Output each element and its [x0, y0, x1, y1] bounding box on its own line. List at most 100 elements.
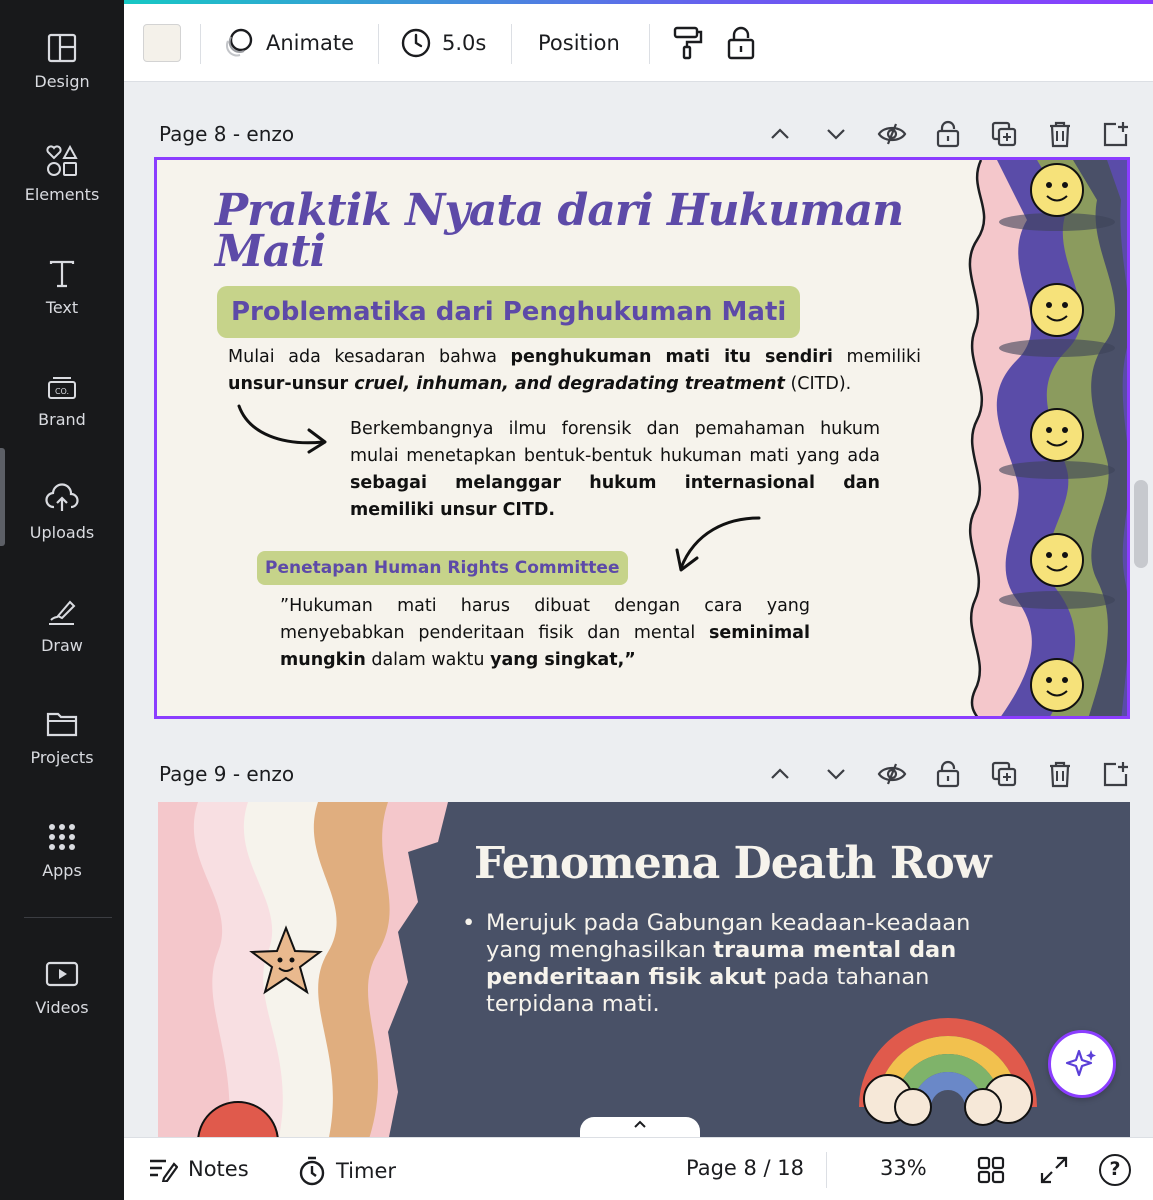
brand-icon: CO. — [48, 377, 76, 399]
sidebar-item-label: Apps — [42, 861, 82, 880]
sidebar-item-label: Brand — [38, 410, 86, 429]
lock-button[interactable] — [725, 22, 757, 64]
zoom-label: 33% — [880, 1156, 927, 1180]
quote-paragraph[interactable]: ”Hukuman mati harus dibuat dengan cara y… — [280, 593, 810, 674]
hide-page-icon[interactable] — [864, 760, 920, 788]
text-run-bold-italic: cruel, inhuman, and degradating treatmen… — [354, 374, 785, 394]
sidebar-item-label: Elements — [24, 185, 100, 204]
help-button[interactable]: ? — [1099, 1154, 1131, 1186]
sidebar-item-elements[interactable]: Elements — [0, 145, 124, 245]
add-page-icon[interactable] — [1088, 760, 1144, 788]
sidebar-item-uploads[interactable]: Uploads — [0, 483, 124, 583]
delete-page-icon[interactable] — [1032, 120, 1088, 148]
move-up-icon[interactable] — [752, 120, 808, 148]
background-color-swatch[interactable] — [143, 24, 181, 62]
timer-label: Timer — [336, 1159, 397, 1183]
sidebar-item-videos[interactable]: Videos — [0, 958, 124, 1058]
duration-label: 5.0s — [442, 31, 487, 55]
notes-button[interactable]: Notes — [148, 1156, 249, 1182]
sidebar-item-apps[interactable]: Apps — [0, 821, 124, 921]
sidebar-item-label: Projects — [30, 748, 94, 767]
move-down-icon[interactable] — [808, 760, 864, 788]
zoom-control[interactable]: 33% — [880, 1156, 927, 1180]
sidebar-item-draw[interactable]: Draw — [0, 596, 124, 696]
decorative-waves — [158, 802, 448, 1137]
rainbow-icon — [859, 1018, 1037, 1126]
magic-assistant-button[interactable] — [1048, 1030, 1116, 1098]
add-page-icon[interactable] — [1088, 120, 1144, 148]
grid-view-icon — [977, 1156, 1005, 1184]
page-indicator[interactable]: Page 8 / 18 — [686, 1156, 804, 1180]
page-8-slide[interactable]: Praktik Nyata dari Hukuman Mati Problema… — [154, 157, 1130, 719]
animate-icon — [225, 28, 253, 57]
text-run: dalam waktu — [365, 650, 491, 670]
help-icon: ? — [1099, 1154, 1131, 1186]
sidebar-item-design[interactable]: Design — [0, 32, 124, 132]
page-9-title[interactable]: Page 9 - enzo — [159, 762, 294, 786]
duplicate-page-icon[interactable] — [976, 760, 1032, 788]
sidebar-item-label: Design — [34, 72, 90, 91]
text-run-bold: yang singkat,” — [490, 650, 636, 670]
lock-page-icon[interactable] — [920, 120, 976, 148]
sidebar-item-label: Videos — [35, 998, 89, 1017]
duplicate-page-icon[interactable] — [976, 120, 1032, 148]
timer-button[interactable]: Timer — [298, 1156, 396, 1186]
slide-subtitle[interactable]: Problematika dari Penghukuman Mati — [217, 286, 801, 338]
grid-view-button[interactable] — [977, 1156, 1005, 1184]
text-run: Mulai ada kesadaran bahwa — [228, 347, 511, 367]
page-9-slide[interactable]: Fenomena Death Row • Merujuk pada Gabung… — [158, 802, 1130, 1137]
lock-page-icon[interactable] — [920, 760, 976, 788]
collapse-pages-button[interactable] — [580, 1117, 700, 1139]
section-tag[interactable]: Penetapan Human Rights Committee — [257, 551, 628, 585]
text-run: (CITD). — [784, 374, 852, 394]
text-icon — [49, 260, 75, 288]
text-run: memiliki — [832, 347, 921, 367]
folder-icon — [46, 712, 78, 737]
sidebar-item-text[interactable]: Text — [0, 258, 124, 358]
page-8-title[interactable]: Page 8 - enzo — [159, 122, 294, 146]
editor-canvas: Page 8 - enzo Praktik Nyata dari Hukuman… — [124, 82, 1153, 1137]
animate-button[interactable]: Animate — [222, 22, 354, 64]
fullscreen-button[interactable] — [1040, 1156, 1068, 1184]
toolbar-divider — [200, 24, 201, 64]
sidebar-item-label: Uploads — [29, 523, 95, 542]
move-down-icon[interactable] — [808, 120, 864, 148]
hide-page-icon[interactable] — [864, 120, 920, 148]
sidebar-item-brand[interactable]: CO. Brand — [0, 370, 124, 470]
timer-icon — [299, 1156, 325, 1186]
delete-page-icon[interactable] — [1032, 760, 1088, 788]
move-up-icon[interactable] — [752, 760, 808, 788]
copy-style-button[interactable] — [672, 22, 704, 64]
animate-label: Animate — [266, 31, 354, 55]
text-run-bold: penghukuman mati itu sendiri — [510, 347, 833, 367]
svg-text:CO.: CO. — [55, 387, 69, 396]
paint-roller-icon — [673, 26, 703, 60]
sidebar-divider — [24, 917, 112, 918]
paragraph-2[interactable]: Berkembangnya ilmu forensik dan pemahama… — [350, 416, 880, 524]
slide-title[interactable]: Praktik Nyata dari Hukuman Mati — [215, 189, 915, 274]
canvas-scrollbar[interactable] — [1134, 480, 1148, 568]
top-accent-bar — [124, 0, 1153, 4]
text-run-bold: unsur-unsur — [228, 374, 355, 394]
bottom-toolbar: Notes Timer Page 8 / 18 33% ? — [124, 1137, 1153, 1200]
page-8-actions — [752, 120, 1144, 148]
duration-button[interactable]: 5.0s — [400, 22, 486, 64]
text-run: Berkembangnya ilmu forensik dan pemahama… — [350, 419, 880, 466]
expand-icon — [1040, 1156, 1068, 1184]
shapes-icon — [46, 145, 78, 176]
arrow-right-icon — [237, 404, 327, 454]
left-sidebar: Design Elements Text CO. Brand Uploads D… — [0, 0, 124, 1200]
lock-icon — [727, 26, 755, 60]
clock-icon — [401, 28, 431, 58]
sparkle-icon — [1065, 1049, 1096, 1077]
cloud-upload-icon — [45, 483, 79, 511]
toolbar-divider — [378, 24, 379, 64]
slide-title[interactable]: Fenomena Death Row — [474, 838, 992, 889]
chevron-up-icon — [634, 1120, 646, 1128]
position-button[interactable]: Position — [538, 22, 620, 64]
paragraph-1[interactable]: Mulai ada kesadaran bahwa penghukuman ma… — [228, 344, 921, 398]
help-label: ? — [1109, 1158, 1121, 1180]
sidebar-item-projects[interactable]: Projects — [0, 708, 124, 808]
notes-icon — [150, 1159, 178, 1182]
toolbar-divider — [649, 24, 650, 64]
